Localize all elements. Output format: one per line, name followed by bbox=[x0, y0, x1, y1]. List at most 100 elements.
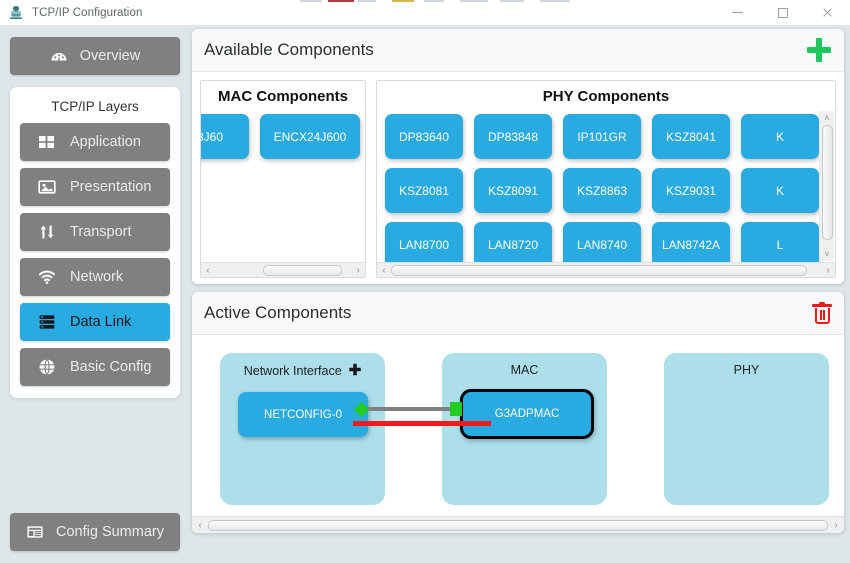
active-scroll-thumb[interactable] bbox=[208, 519, 828, 531]
scroll-right-icon[interactable]: › bbox=[351, 263, 365, 278]
sidebar-item-basic-config[interactable]: Basic Config bbox=[20, 348, 170, 386]
image-icon bbox=[38, 178, 56, 196]
phy-components-panel: PHY Components DP83640 DP83848 IP101GR K… bbox=[376, 80, 836, 278]
mac-components-panel: MAC Components 8J60 ENCX24J600 ‹ › bbox=[200, 80, 366, 278]
lane-phy[interactable]: PHY bbox=[664, 353, 829, 505]
mac-chip[interactable]: ENCX24J600 bbox=[260, 114, 360, 159]
phy-chip[interactable]: LAN8740 bbox=[563, 222, 641, 262]
globe-icon bbox=[38, 358, 56, 376]
phy-chip-area: DP83640 DP83848 IP101GR KSZ8041 K KSZ808… bbox=[377, 114, 835, 262]
content-area: Available Components MAC Components 8J60… bbox=[190, 26, 850, 563]
window-title: TCP/IP Configuration bbox=[32, 6, 143, 19]
scroll-up-icon[interactable]: ˄ bbox=[824, 111, 829, 125]
lane-add-icon[interactable]: ✚ bbox=[349, 363, 362, 378]
lane-network-interface-header: Network Interface ✚ bbox=[220, 363, 385, 378]
port-mac-in[interactable] bbox=[450, 402, 462, 416]
available-components-body: MAC Components 8J60 ENCX24J600 ‹ › bbox=[192, 72, 844, 284]
minimize-button[interactable] bbox=[715, 0, 760, 26]
scroll-right-icon[interactable]: › bbox=[828, 520, 844, 531]
scroll-right-icon[interactable]: › bbox=[821, 263, 835, 278]
add-component-button[interactable] bbox=[806, 37, 832, 63]
mac-scroll-thumb[interactable] bbox=[263, 264, 342, 276]
available-components-header: Available Components bbox=[192, 29, 844, 72]
sidebar-item-transport[interactable]: Transport bbox=[20, 213, 170, 251]
active-horizontal-scrollbar[interactable]: ‹ › bbox=[192, 516, 844, 533]
phy-chip[interactable]: LAN8742A bbox=[652, 222, 730, 262]
lane-mac[interactable]: MAC G3ADPMAC bbox=[442, 353, 607, 505]
sidebar: Overview TCP/IP Layers Application Prese… bbox=[0, 26, 190, 563]
phy-vscroll-thumb[interactable] bbox=[821, 125, 833, 240]
trash-icon bbox=[812, 301, 832, 325]
mac-components-title: MAC Components bbox=[218, 88, 348, 105]
titlebar-accent-strip bbox=[300, 0, 610, 2]
sidebar-item-network[interactable]: Network bbox=[20, 258, 170, 296]
lane-mac-header: MAC bbox=[442, 363, 607, 377]
phy-chip-list: DP83640 DP83848 IP101GR KSZ8041 K KSZ808… bbox=[385, 114, 835, 262]
sidebar-item-presentation-label: Presentation bbox=[70, 179, 152, 195]
mac-chip[interactable]: 8J60 bbox=[201, 114, 249, 159]
sidebar-item-presentation[interactable]: Presentation bbox=[20, 168, 170, 206]
delete-component-button[interactable] bbox=[812, 301, 832, 325]
lane-network-interface[interactable]: Network Interface ✚ NETCONFIG-0 bbox=[220, 353, 385, 505]
available-components-title: Available Components bbox=[204, 40, 374, 59]
phy-chip[interactable]: K bbox=[741, 168, 819, 213]
mac-scroll-track[interactable] bbox=[215, 263, 351, 278]
maximize-button[interactable] bbox=[760, 0, 805, 26]
phy-chip[interactable]: DP83848 bbox=[474, 114, 552, 159]
phy-chip[interactable]: L bbox=[741, 222, 819, 262]
lane-network-interface-label: Network Interface bbox=[243, 363, 342, 378]
node-netconfig-0[interactable]: NETCONFIG-0 bbox=[238, 392, 368, 437]
app-icon bbox=[8, 5, 24, 21]
phy-chip[interactable]: K bbox=[741, 114, 819, 159]
close-icon bbox=[822, 7, 833, 18]
scroll-left-icon[interactable]: ‹ bbox=[192, 520, 208, 531]
connector-red[interactable] bbox=[353, 421, 491, 426]
sidebar-item-data-link[interactable]: Data Link bbox=[20, 303, 170, 341]
phy-chip[interactable]: KSZ8041 bbox=[652, 114, 730, 159]
phy-scroll-track[interactable] bbox=[391, 263, 821, 278]
scroll-left-icon[interactable]: ‹ bbox=[201, 263, 215, 278]
mac-chip-list: 8J60 ENCX24J600 bbox=[201, 114, 365, 159]
lane-phy-label: PHY bbox=[733, 363, 760, 377]
close-button[interactable] bbox=[805, 0, 850, 26]
phy-scroll-thumb[interactable] bbox=[391, 264, 807, 276]
connector-gray[interactable] bbox=[362, 407, 457, 411]
lane-mac-label: MAC bbox=[510, 363, 539, 377]
mac-chip-area: 8J60 ENCX24J600 bbox=[201, 114, 365, 262]
phy-horizontal-scrollbar[interactable]: ‹ › bbox=[377, 262, 835, 277]
sidebar-item-application[interactable]: Application bbox=[20, 123, 170, 161]
config-summary-label: Config Summary bbox=[56, 524, 164, 540]
active-components-title: Active Components bbox=[204, 303, 352, 322]
phy-chip[interactable]: LAN8720 bbox=[474, 222, 552, 262]
sidebar-item-overview-label: Overview bbox=[79, 48, 141, 64]
phy-chip[interactable]: LAN8700 bbox=[385, 222, 463, 262]
sidebar-item-basic-config-label: Basic Config bbox=[70, 359, 152, 375]
phy-chip[interactable]: KSZ8863 bbox=[563, 168, 641, 213]
active-components-canvas[interactable]: Network Interface ✚ NETCONFIG-0 MAC G3AD… bbox=[192, 335, 844, 533]
scroll-left-icon[interactable]: ‹ bbox=[377, 263, 391, 278]
phy-chip[interactable]: KSZ8081 bbox=[385, 168, 463, 213]
app-body: Overview TCP/IP Layers Application Prese… bbox=[0, 26, 850, 563]
node-g3adpmac[interactable]: G3ADPMAC bbox=[460, 389, 594, 439]
config-summary-button[interactable]: Config Summary bbox=[10, 513, 180, 551]
sidebar-item-transport-label: Transport bbox=[70, 224, 132, 240]
scroll-down-icon[interactable]: ˅ bbox=[824, 247, 829, 261]
plus-icon bbox=[806, 37, 832, 63]
phy-vscroll-track[interactable] bbox=[820, 125, 835, 247]
phy-chip[interactable]: IP101GR bbox=[563, 114, 641, 159]
phy-chip[interactable]: DP83640 bbox=[385, 114, 463, 159]
phy-vertical-scrollbar[interactable]: ˄ ˅ bbox=[819, 111, 834, 261]
window-titlebar: TCP/IP Configuration bbox=[0, 0, 850, 26]
active-scroll-track[interactable] bbox=[208, 517, 828, 534]
minimize-icon bbox=[732, 12, 743, 13]
sidebar-item-overview[interactable]: Overview bbox=[10, 37, 180, 75]
phy-components-title: PHY Components bbox=[542, 88, 670, 105]
phy-chip[interactable]: KSZ9031 bbox=[652, 168, 730, 213]
sidebar-item-data-link-label: Data Link bbox=[70, 314, 132, 330]
mac-horizontal-scrollbar[interactable]: ‹ › bbox=[201, 262, 365, 277]
active-components-card: Active Components Network Interface ✚ NE… bbox=[192, 292, 844, 533]
grid-icon bbox=[38, 133, 56, 151]
phy-chip[interactable]: KSZ8091 bbox=[474, 168, 552, 213]
sidebar-item-network-label: Network bbox=[70, 269, 124, 285]
sidebar-item-application-label: Application bbox=[70, 134, 141, 150]
